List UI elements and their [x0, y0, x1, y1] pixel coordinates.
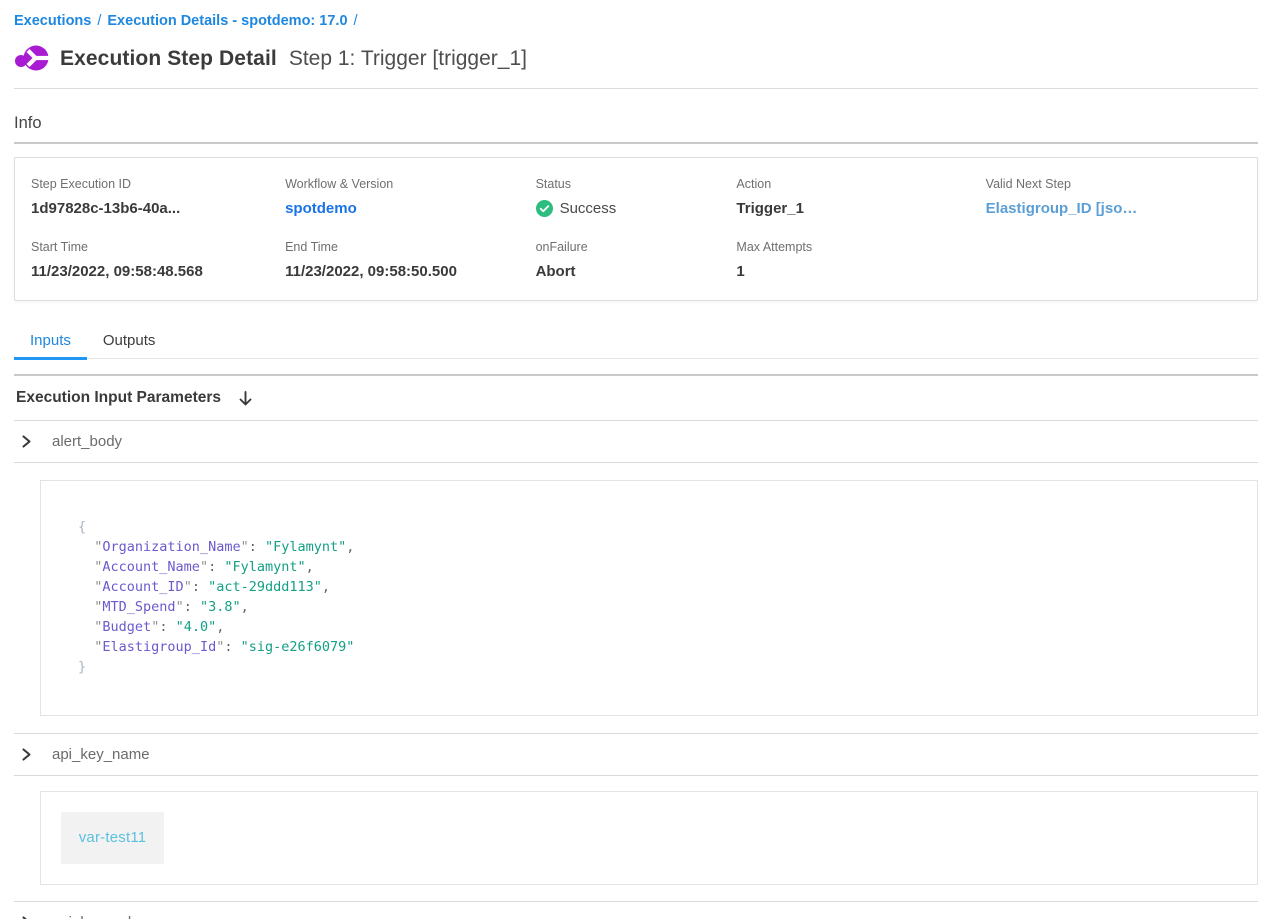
- chevron-right-icon: [20, 748, 33, 761]
- field-action: Action Trigger_1: [736, 177, 985, 217]
- page-header: Execution Step Detail Step 1: Trigger [t…: [14, 44, 1258, 74]
- param-label: api_key_value: [52, 914, 148, 919]
- success-check-icon: [536, 200, 553, 217]
- breadcrumb-separator: /: [97, 13, 101, 29]
- param-row-api-key-name[interactable]: api_key_name: [14, 734, 1258, 775]
- field-value: 11/23/2022, 09:58:48.568: [31, 263, 285, 280]
- field-start-time: Start Time 11/23/2022, 09:58:48.568: [31, 240, 285, 280]
- field-label: Start Time: [31, 240, 285, 254]
- field-valid-next-step: Valid Next Step Elastigroup_ID [jso…: [986, 177, 1241, 217]
- alert-body-value-box: { "Organization_Name": "Fylamynt", "Acco…: [40, 480, 1258, 716]
- tab-outputs[interactable]: Outputs: [87, 326, 172, 358]
- next-step-link[interactable]: Elastigroup_ID [jso…: [986, 200, 1241, 217]
- field-workflow-version: Workflow & Version spotdemo: [285, 177, 535, 217]
- info-card: Step Execution ID 1d97828c-13b6-40a... W…: [14, 157, 1258, 301]
- param-row-api-key-value[interactable]: api_key_value: [14, 902, 1258, 919]
- field-label: Max Attempts: [736, 240, 985, 254]
- page-subtitle: Step 1: Trigger [trigger_1]: [289, 47, 527, 71]
- chevron-right-icon: [20, 435, 33, 448]
- field-label: Step Execution ID: [31, 177, 285, 191]
- field-label: End Time: [285, 240, 535, 254]
- info-section-heading: Info: [14, 114, 1258, 133]
- workflow-link[interactable]: spotdemo: [285, 200, 535, 217]
- field-step-execution-id: Step Execution ID 1d97828c-13b6-40a...: [31, 177, 285, 217]
- row-divider: [14, 775, 1258, 776]
- api-key-name-chip: var-test11: [61, 812, 164, 864]
- breadcrumb: Executions / Execution Details - spotdemo:…: [14, 0, 1258, 29]
- field-label: Action: [736, 177, 985, 191]
- field-value: Trigger_1: [736, 200, 985, 217]
- fylamynt-logo-icon: [14, 44, 50, 74]
- field-label: Valid Next Step: [986, 177, 1241, 191]
- row-divider: [14, 462, 1258, 463]
- field-status: Status Success: [536, 177, 737, 217]
- api-key-name-value-box: var-test11: [40, 791, 1258, 885]
- field-onfailure: onFailure Abort: [536, 240, 737, 280]
- field-value: Abort: [536, 263, 737, 280]
- alert-body-json: { "Organization_Name": "Fylamynt", "Acco…: [78, 517, 1237, 677]
- api-key-name-value: var-test11: [79, 829, 147, 846]
- field-max-attempts: Max Attempts 1: [736, 240, 985, 280]
- breadcrumb-link-executions[interactable]: Executions: [14, 13, 91, 29]
- breadcrumb-link-execution-details[interactable]: Execution Details - spotdemo: 17.0: [107, 13, 347, 29]
- field-value: 11/23/2022, 09:58:50.500: [285, 263, 535, 280]
- param-row-alert-body[interactable]: alert_body: [14, 421, 1258, 462]
- inputs-outputs-tabs: Inputs Outputs: [14, 326, 1258, 359]
- field-label: onFailure: [536, 240, 737, 254]
- field-value: 1d97828c-13b6-40a...: [31, 200, 285, 217]
- status-text: Success: [560, 200, 617, 217]
- field-end-time: End Time 11/23/2022, 09:58:50.500: [285, 240, 535, 280]
- info-divider: [14, 142, 1258, 144]
- field-label: Workflow & Version: [285, 177, 535, 191]
- page-title: Execution Step Detail: [60, 47, 277, 71]
- execution-input-parameters-header: Execution Input Parameters: [14, 376, 1258, 420]
- execution-step-detail-page: Executions / Execution Details - spotdemo:…: [0, 0, 1272, 919]
- param-label: alert_body: [52, 433, 122, 450]
- field-value: 1: [736, 263, 985, 280]
- tab-inputs[interactable]: Inputs: [14, 326, 87, 358]
- breadcrumb-separator: /: [354, 13, 358, 29]
- param-label: api_key_name: [52, 746, 150, 763]
- title-divider: [14, 88, 1258, 89]
- section-title: Execution Input Parameters: [16, 389, 221, 407]
- field-label: Status: [536, 177, 737, 191]
- collapse-arrow-down-icon[interactable]: [237, 390, 254, 407]
